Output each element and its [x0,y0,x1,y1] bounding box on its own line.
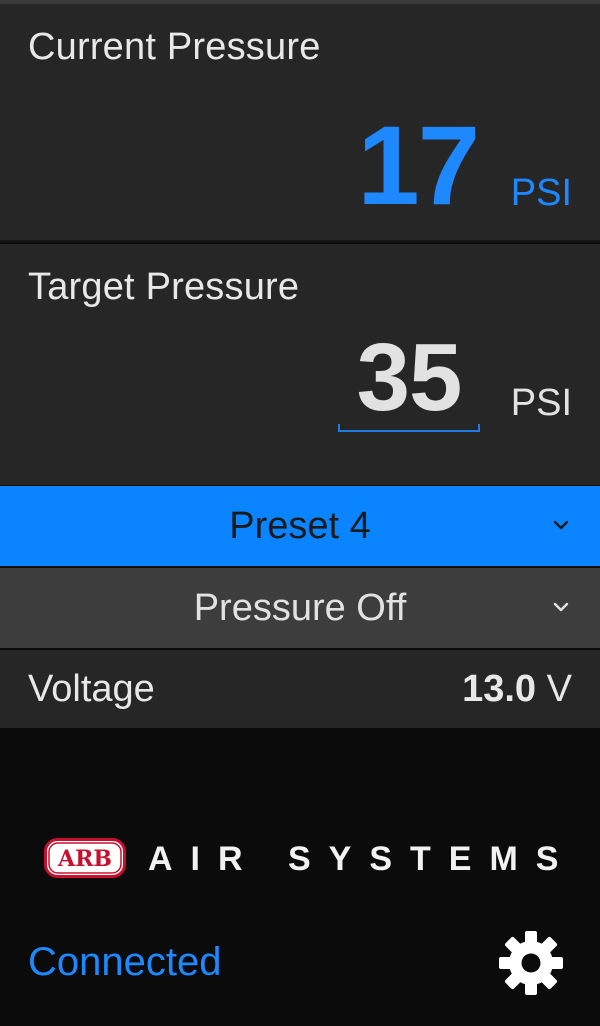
arb-logo-icon: ARB [44,838,126,878]
pressure-mode-value: Pressure Off [193,587,407,629]
connection-status: Connected [28,940,222,984]
target-pressure-label: Target Pressure [28,266,300,308]
current-pressure-value: 17 [357,103,480,228]
air-systems-text: AIR SYSTEMS [148,840,577,878]
gear-icon[interactable] [496,928,566,998]
current-pressure-unit: PSI [510,172,572,214]
current-pressure-panel: Current Pressure 17 PSI [0,4,600,242]
voltage-readout: 13.0 V [462,650,572,728]
voltage-row: Voltage 13.0 V [0,650,600,728]
current-pressure-label: Current Pressure [28,26,321,68]
preset-dropdown[interactable]: Preset 4 [0,486,600,566]
pressure-mode-dropdown[interactable]: Pressure Off [0,568,600,648]
target-pressure-unit: PSI [510,382,572,424]
brand-logo: ARB AIR SYSTEMS [44,838,564,880]
voltage-unit: V [546,668,572,710]
voltage-label: Voltage [28,668,155,710]
target-pressure-input[interactable]: 35 [338,326,480,432]
voltage-value: 13.0 [462,668,537,710]
chevron-down-icon [553,520,569,530]
target-pressure-panel: Target Pressure 35 PSI [0,244,600,485]
arb-logo-text: ARB [57,846,112,872]
preset-dropdown-value: Preset 4 [229,505,371,547]
chevron-down-icon [553,602,569,612]
